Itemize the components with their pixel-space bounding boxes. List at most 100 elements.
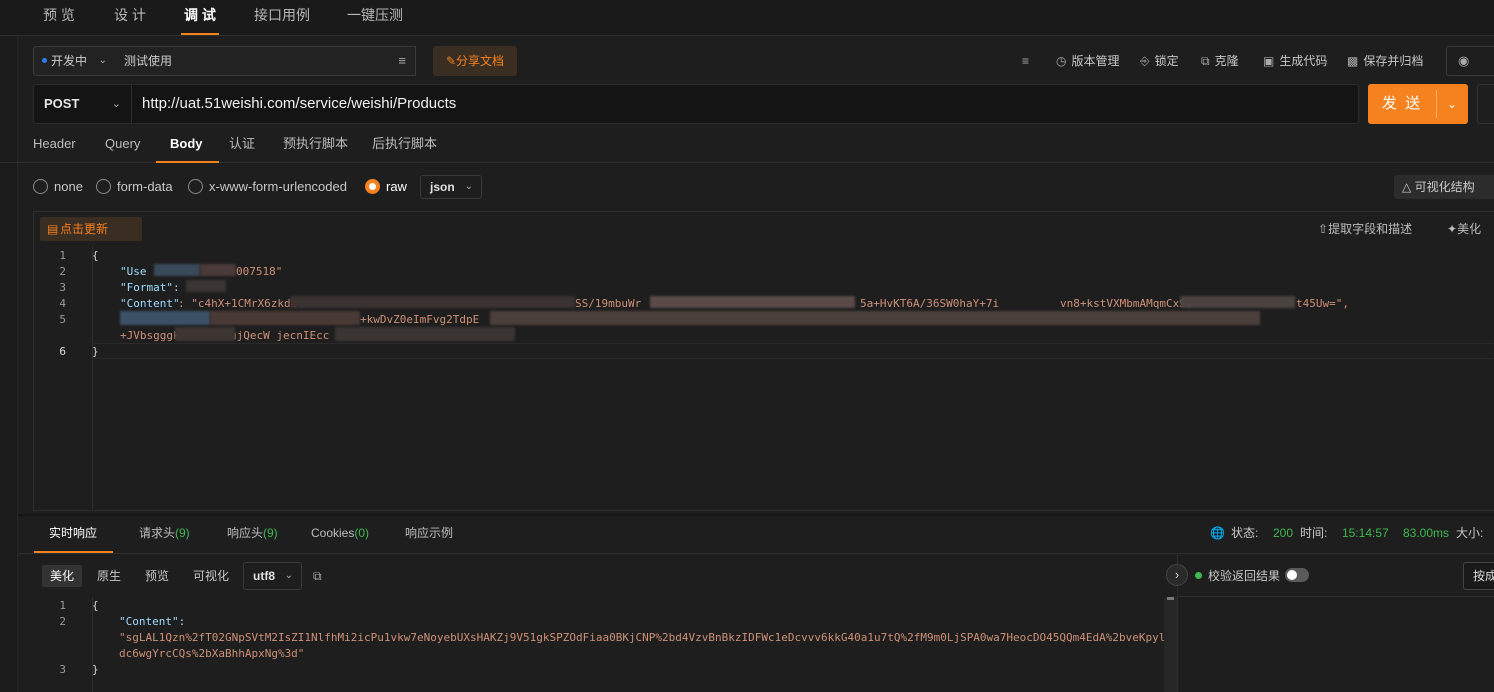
redaction-block [200,264,236,276]
radio-form-data[interactable]: form-data [96,175,173,199]
radio-raw[interactable]: raw [365,175,407,199]
chevron-down-icon: ⌄ [284,570,293,581]
tab-pre-script[interactable]: 预执行脚本 [283,128,348,163]
api-name-value: 测试使用 [124,54,173,68]
lock-icon: ⎆ [1140,54,1150,68]
top-tab-bar: 预 览 设 计 调 试 接口用例 一键压测 [0,0,1494,36]
share-doc-button[interactable]: ✎分享文档 [433,46,517,76]
chevron-right-icon[interactable]: › [1166,564,1188,586]
response-scrollbar[interactable] [1164,597,1177,692]
tab-auth[interactable]: 认证 [229,128,255,163]
url-input[interactable]: http://uat.51weishi.com/service/weishi/P… [142,85,456,123]
upload-icon: ⇧ [1318,222,1329,236]
active-line-highlight [93,343,1493,359]
generate-code-button[interactable]: ▣ 生成代码 [1263,46,1327,76]
clone-label: 克隆 [1214,54,1239,68]
view-beautify-button[interactable]: 美化 [42,565,82,587]
redaction-block [186,280,226,292]
time-label: 时间: [1300,526,1328,540]
outline-icon[interactable]: ≡ [1022,46,1034,76]
tab-design[interactable]: 设 计 [114,0,146,36]
api-name-input[interactable]: 测试使用 ≡ [116,46,416,76]
lock-button[interactable]: ⎆ 锁定 [1140,46,1179,76]
resp-content-key: "Content": [119,615,186,628]
status-dot-icon [42,58,47,64]
code-icon: ▣ [1263,54,1275,68]
tab-live-response[interactable]: 实时响应 [33,516,114,553]
redaction-block [650,296,855,308]
code-line-4-mid: SS/19mbuWr [575,297,642,310]
radio-urlencoded[interactable]: x-www-form-urlencoded [188,175,347,199]
beautify-label: 美化 [1457,222,1482,236]
line-number: 2 [59,615,66,628]
radio-none-label: none [54,179,83,194]
save-archive-label: 保存并归档 [1363,54,1424,68]
send-label: 发 送 [1381,95,1423,112]
copy-icon[interactable]: ⧉ [313,565,322,587]
clock-icon: ◷ [1056,54,1067,68]
edit-lines-icon[interactable]: ≡ [398,47,406,75]
send-options-chevron-icon[interactable]: ⌄ [1436,84,1468,124]
encoding-select[interactable]: utf8 ⌄ [243,562,302,590]
radio-circle [365,179,380,195]
globe-icon: 🌐 [1210,526,1225,540]
tab-request-headers-label: 请求头 [139,526,176,540]
raw-format-select[interactable]: json ⌄ [420,175,482,199]
clone-button[interactable]: ⧉ 克隆 [1201,46,1239,76]
time-value: 15:14:57 [1342,526,1389,540]
status-select[interactable]: 开发中 ⌄ [33,46,117,76]
radio-none[interactable]: none [33,175,83,199]
duration-value: 83.00ms [1403,526,1450,540]
tab-debug[interactable]: 调 试 [181,0,219,36]
response-gutter: 1 2 3 [33,597,93,692]
tab-stress-test[interactable]: 一键压测 [347,0,403,36]
tab-query[interactable]: Query [105,128,140,163]
editor-gutter: 1 2 3 4 5 6 [33,246,93,510]
scrollbar-thumb[interactable] [1167,597,1174,600]
version-button[interactable]: ◷ 版本管理 [1056,46,1120,76]
redaction-block [1180,296,1295,308]
resp-close-brace: } [92,663,99,676]
view-raw-button[interactable]: 原生 [97,565,121,587]
tab-request-headers[interactable]: 请求头(9) [139,516,190,551]
save-archive-button[interactable]: ▩ 保存并归档 [1347,46,1423,76]
view-visual-button[interactable]: 可视化 [193,565,229,587]
resp-content-value-2: dc6wgYrcCQs%2bXaBhhApxNg%3d" [119,647,305,660]
extract-label: 提取字段和描述 [1328,222,1413,236]
preview-eye-button[interactable]: ◉ [1446,46,1494,76]
count-badge: (9) [175,526,190,540]
tab-body[interactable]: Body [156,128,218,163]
right-action-button[interactable]: 按成 [1463,562,1494,590]
chevron-down-icon: ⌄ [464,181,473,192]
refresh-button[interactable]: ▤ 点击更新 [40,217,142,241]
toggle-knob [1287,570,1297,580]
extract-fields-button[interactable]: ⇧提取字段和描述 [1318,217,1412,241]
tab-response-headers[interactable]: 响应头(9) [227,516,278,551]
radio-raw-label: raw [386,179,407,194]
radio-circle [188,179,203,195]
visualize-structure-button[interactable]: △ 可视化结构 [1394,175,1494,199]
green-dot-icon [1195,572,1202,579]
count-badge: (0) [354,526,370,540]
tab-header[interactable]: Header [33,128,76,163]
method-select[interactable]: POST ⌄ [34,85,132,123]
structure-icon: △ [1402,180,1412,194]
tab-post-script[interactable]: 后执行脚本 [372,128,437,163]
code-line-5b: +JVbsgggk [120,329,180,342]
tab-cookies[interactable]: Cookies(0) [311,516,369,551]
size-label: 大小: [1456,526,1484,540]
body-editor[interactable] [33,211,1494,511]
extra-action-button[interactable] [1477,84,1494,124]
send-button[interactable]: 发 送 ⌄ [1368,84,1468,124]
request-url-bar: POST ⌄ http://uat.51weishi.com/service/w… [33,84,1359,124]
view-preview-button[interactable]: 预览 [145,565,169,587]
tab-api-cases[interactable]: 接口用例 [254,0,310,36]
tab-preview[interactable]: 预 览 [43,0,75,36]
beautify-button[interactable]: ✦美化 [1447,217,1481,241]
encoding-value: utf8 [253,569,275,583]
verify-toggle[interactable] [1285,568,1309,582]
param-tabs: Header Query Body 认证 预执行脚本 后执行脚本 [0,128,1494,163]
code-line-4-end: t45Uw=", [1296,297,1349,310]
tab-response-example[interactable]: 响应示例 [405,516,453,551]
version-label: 版本管理 [1071,54,1120,68]
